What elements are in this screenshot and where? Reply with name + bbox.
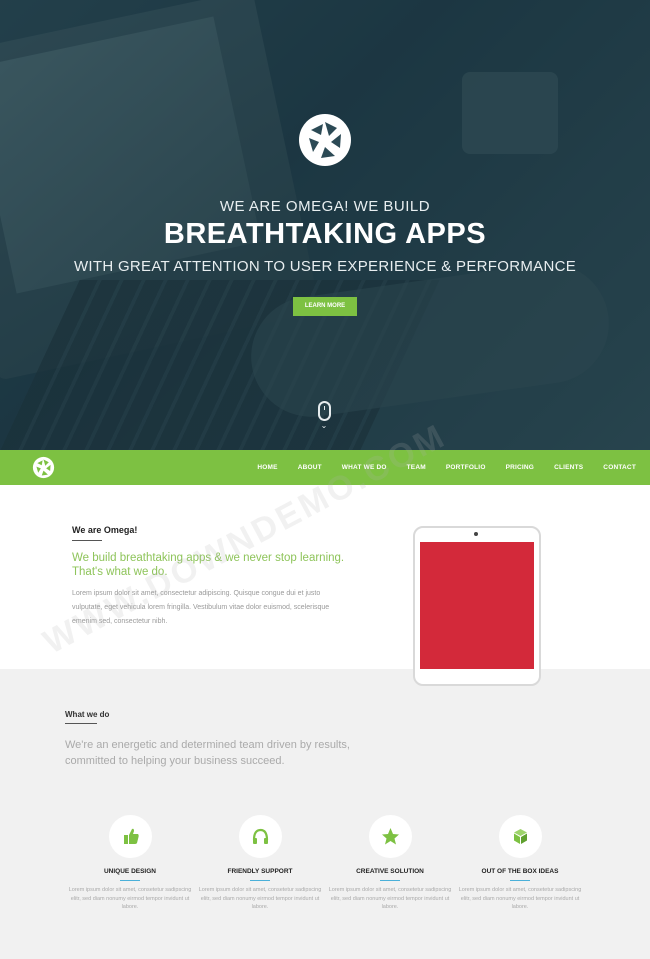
feature-icon-circle [238,815,282,858]
feature-divider [250,880,270,881]
feature-friendly-support: FRIENDLY SUPPORT Lorem ipsum dolor sit a… [195,815,325,912]
chevron-down-icon[interactable]: ⌄ [320,422,328,430]
feature-divider [120,880,140,881]
cube-icon [513,829,527,844]
hero-tagline: WE ARE OMEGA! WE BUILD [219,198,431,215]
feature-out-of-the-box: OUT OF THE BOX IDEAS Lorem ipsum dolor s… [455,815,585,912]
learn-more-button[interactable]: LEARN MORE [293,297,357,316]
landing-page: WE ARE OMEGA! WE BUILD BREATHTAKING APPS… [0,0,650,959]
feature-title: CREATIVE SOLUTION [356,868,424,875]
feature-title: OUT OF THE BOX IDEAS [481,868,559,875]
feature-text: Lorem ipsum dolor sit amet, consetetur s… [458,887,582,910]
star-icon [381,828,399,845]
what-we-do-lead: We're an energetic and determined team d… [65,739,350,767]
nav-item-home[interactable]: HOME [257,464,277,471]
feature-title: FRIENDLY SUPPORT [227,868,293,875]
aperture-icon [299,114,351,166]
feature-icon-circle [108,815,152,858]
aperture-svg [303,118,347,162]
headphones-icon [252,828,268,844]
feature-text: Lorem ipsum dolor sit amet, consetetur s… [198,887,322,910]
nav-item-about[interactable]: ABOUT [298,464,322,471]
feature-divider [380,880,400,881]
feature-unique-design: UNIQUE DESIGN Lorem ipsum dolor sit amet… [65,815,195,912]
what-we-do-heading: What we do [65,710,110,719]
feature-text: Lorem ipsum dolor sit amet, consetetur s… [328,887,452,910]
what-we-do-divider [65,723,97,724]
feature-creative-solution: CREATIVE SOLUTION Lorem ipsum dolor sit … [325,815,455,912]
nav-item-clients[interactable]: CLIENTS [554,464,583,471]
nav-logo-icon[interactable] [32,456,55,479]
nav-item-pricing[interactable]: PRICING [506,464,535,471]
hero-title: BREATHTAKING APPS [163,218,487,250]
about-heading: We are Omega! [72,525,138,535]
feature-title: UNIQUE DESIGN [103,868,156,875]
ipad-camera [474,532,478,536]
thumbs-up-icon [123,828,139,844]
feature-text: Lorem ipsum dolor sit amet, consetetur s… [68,887,192,910]
ipad-screen [420,542,534,669]
nav-item-contact[interactable]: CONTACT [603,464,636,471]
feature-icon-circle [368,815,412,858]
feature-icon-circle [498,815,542,858]
feature-divider [510,880,530,881]
hero-subtitle: WITH GREAT ATTENTION TO USER EXPERIENCE … [73,258,577,275]
about-divider [72,540,102,541]
nav-item-portfolio[interactable]: PORTFOLIO [446,464,486,471]
mouse-icon[interactable] [318,401,331,421]
